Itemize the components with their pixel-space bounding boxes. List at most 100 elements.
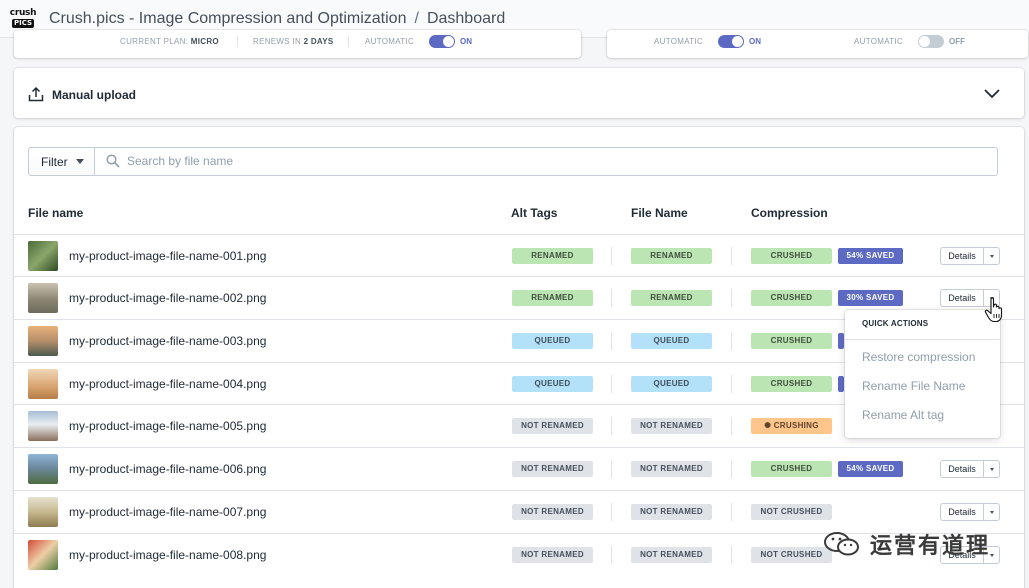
divider <box>611 247 612 265</box>
page-title: Dashboard <box>426 9 506 27</box>
search-field[interactable] <box>94 147 998 176</box>
toggle-state-label: ON <box>460 37 472 46</box>
divider <box>611 289 612 307</box>
image-thumbnail[interactable] <box>28 241 58 271</box>
image-thumbnail[interactable] <box>28 411 58 441</box>
automatic-label: AUTOMATIC <box>654 37 704 46</box>
search-input[interactable] <box>127 154 967 168</box>
details-dropdown-button[interactable] <box>984 248 999 264</box>
details-split-button: Details <box>940 247 1000 265</box>
divider <box>611 503 612 521</box>
automatic-label: AUTOMATIC <box>365 37 415 46</box>
search-icon <box>106 154 120 168</box>
image-thumbnail[interactable] <box>28 454 58 484</box>
restore-compression-item[interactable]: Restore compression <box>862 350 975 364</box>
compression-status-badge: CRUSHED <box>751 290 832 306</box>
logo-text-top: crush <box>9 8 37 18</box>
image-thumbnail[interactable] <box>28 497 58 527</box>
alt-tag-status-badge: NOT RENAMED <box>512 504 593 520</box>
details-button[interactable]: Details <box>941 461 984 477</box>
watermark-text: 运营有道理 <box>870 533 991 558</box>
caret-down-icon <box>75 159 84 164</box>
file-name: my-product-image-file-name-008.png <box>69 548 267 562</box>
image-thumbnail[interactable] <box>28 369 58 399</box>
divider <box>611 332 612 350</box>
image-thumbnail[interactable] <box>28 283 58 313</box>
compression-status-badge: NOT CRUSHED <box>751 547 832 563</box>
toggle-knob <box>732 36 743 47</box>
file-name-status-badge: NOT RENAMED <box>631 418 712 434</box>
alt-tag-status-badge: RENAMED <box>512 290 593 306</box>
divider <box>731 289 732 307</box>
alt-tag-status-badge: QUEUED <box>512 376 593 392</box>
file-name: my-product-image-file-name-003.png <box>69 334 267 348</box>
filter-button[interactable]: Filter <box>28 147 95 176</box>
saved-percent-badge: 30% SAVED <box>838 290 903 306</box>
details-button[interactable]: Details <box>941 290 984 306</box>
renews-in: RENEWS IN 2 DAYS <box>253 37 334 46</box>
hand-cursor-icon <box>984 297 1003 323</box>
details-button[interactable]: Details <box>941 248 984 264</box>
column-header-alt-tags: Alt Tags <box>511 206 558 220</box>
divider <box>731 503 732 521</box>
compression-status-label: CRUSHING <box>773 421 819 430</box>
manual-upload-label[interactable]: Manual upload <box>52 88 136 102</box>
image-thumbnail[interactable] <box>28 326 58 356</box>
details-split-button: Details <box>940 503 1000 521</box>
file-name-status-badge: NOT RENAMED <box>631 547 712 563</box>
divider <box>611 375 612 393</box>
rename-alt-tag-item[interactable]: Rename Alt tag <box>862 408 944 422</box>
divider <box>731 546 732 564</box>
upload-icon <box>28 86 44 102</box>
file-name-status-badge: RENAMED <box>631 290 712 306</box>
column-header-file-name: File name <box>28 206 84 220</box>
divider <box>348 36 349 47</box>
details-button[interactable]: Details <box>941 504 984 520</box>
table-row: my-product-image-file-name-001.png RENAME… <box>14 234 1024 277</box>
toggle-knob <box>919 36 930 47</box>
divider <box>731 332 732 350</box>
file-name-status-badge: RENAMED <box>631 248 712 264</box>
app-title[interactable]: Crush.pics - Image Compression and Optim… <box>49 10 406 27</box>
toggle-knob <box>443 36 454 47</box>
automatic-toggle[interactable] <box>429 35 455 48</box>
renews-value: 2 DAYS <box>303 37 334 46</box>
renews-label: RENEWS IN <box>253 37 302 46</box>
divider <box>611 546 612 564</box>
file-name: my-product-image-file-name-007.png <box>69 505 267 519</box>
manual-upload-card[interactable] <box>14 68 1024 118</box>
file-name: my-product-image-file-name-001.png <box>69 249 267 263</box>
automatic-label: AUTOMATIC <box>854 37 904 46</box>
divider <box>731 375 732 393</box>
current-plan-label: CURRENT PLAN: <box>120 37 189 46</box>
rename-file-name-item[interactable]: Rename File Name <box>862 379 965 393</box>
caret-down-icon <box>989 467 994 471</box>
file-name-status-badge: NOT RENAMED <box>631 504 712 520</box>
automatic-toggle[interactable] <box>918 35 944 48</box>
chevron-down-icon[interactable] <box>983 85 1001 103</box>
details-dropdown-button[interactable] <box>984 504 999 520</box>
details-dropdown-button[interactable] <box>984 461 999 477</box>
saved-percent-badge <box>838 333 844 349</box>
divider <box>611 417 612 435</box>
current-plan-value: MICRO <box>190 37 219 46</box>
automatic-toggle[interactable] <box>718 35 744 48</box>
compression-status-badge: ✺ CRUSHING <box>751 418 832 434</box>
divider <box>731 247 732 265</box>
compression-status-badge: CRUSHED <box>751 376 832 392</box>
logo-text-bottom: PICS <box>11 19 35 28</box>
quick-actions-title: QUICK ACTIONS <box>862 319 929 328</box>
divider <box>845 339 1000 340</box>
filter-label: Filter <box>41 154 68 169</box>
caret-down-icon <box>989 510 994 514</box>
file-name: my-product-image-file-name-004.png <box>69 377 267 391</box>
crush-pics-logo[interactable]: crush PICS <box>9 6 37 32</box>
caret-down-icon <box>989 254 994 258</box>
saved-percent-badge: 54% SAVED <box>838 461 903 477</box>
divider <box>731 417 732 435</box>
wechat-icon <box>824 532 859 556</box>
divider <box>611 460 612 478</box>
compression-status-badge: CRUSHED <box>751 333 832 349</box>
compression-status-badge: CRUSHED <box>751 248 832 264</box>
image-thumbnail[interactable] <box>28 540 58 570</box>
